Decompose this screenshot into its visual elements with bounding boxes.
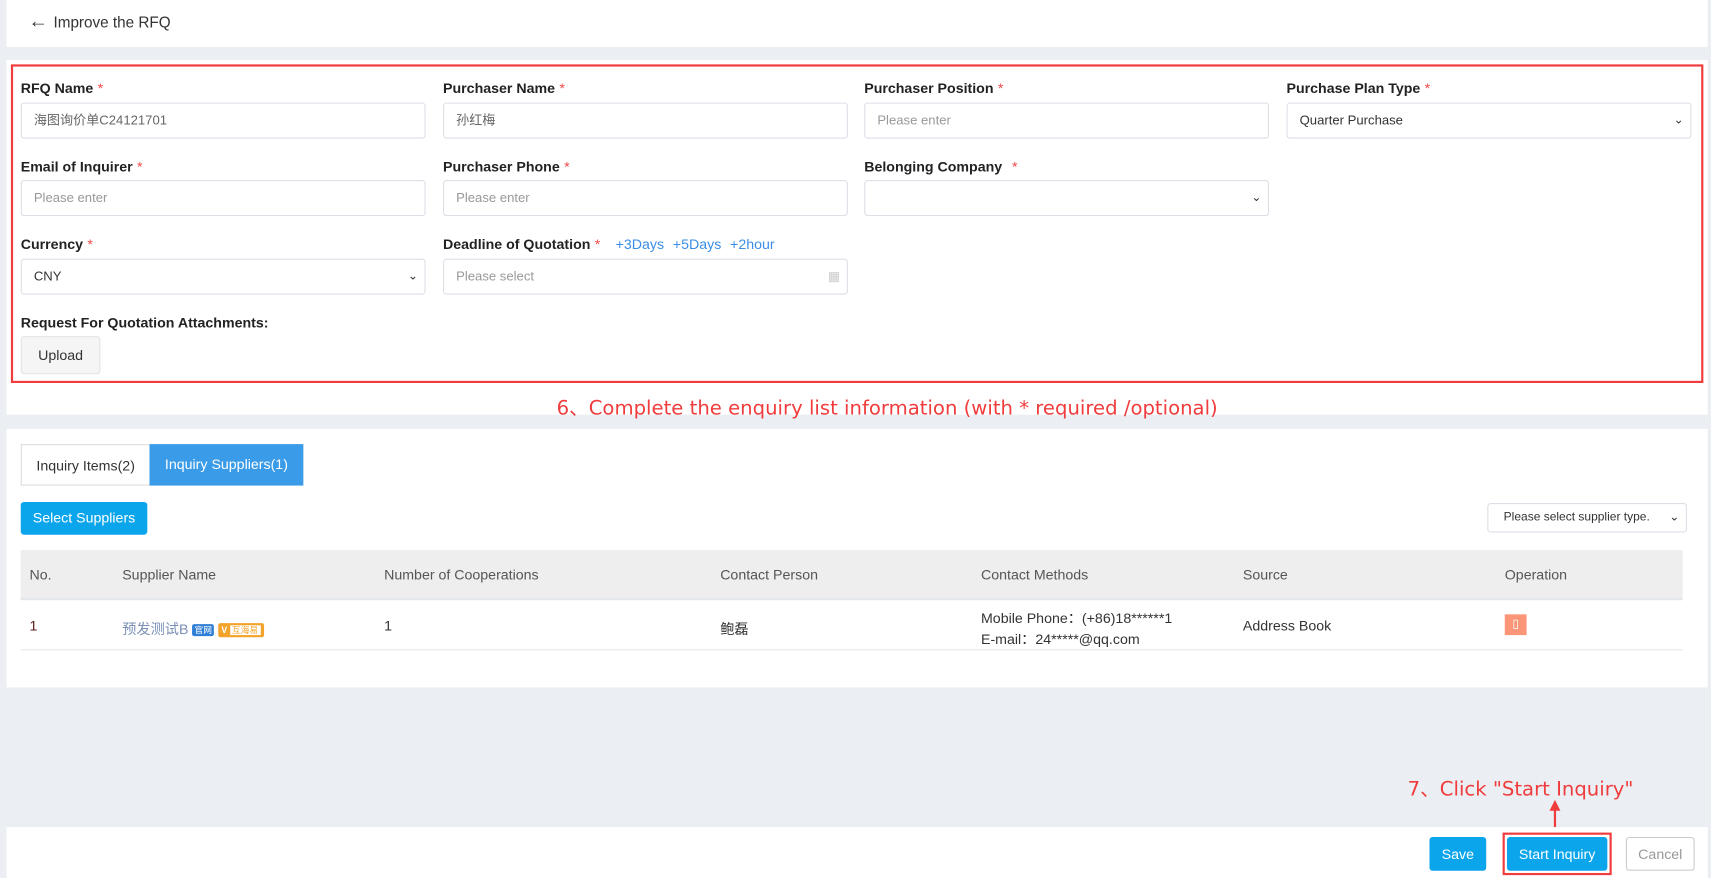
start-inquiry-button[interactable]: Start Inquiry [1506, 836, 1608, 871]
belonging-company-label: Belonging Company * [864, 158, 1018, 175]
purchaser-position-label: Purchaser Position * [864, 79, 1004, 97]
row-source: Address Book [1242, 617, 1332, 634]
chevron-down-icon: ⌄ [1251, 190, 1262, 205]
quick-3days-link[interactable]: +3Days [616, 236, 665, 252]
rfq-name-input[interactable]: 海图询价单C24121701 [20, 102, 426, 139]
col-operation: Operation [1504, 566, 1568, 583]
purchase-plan-type-label: Purchase Plan Type * [1286, 79, 1431, 97]
col-supplier-name: Supplier Name [122, 566, 217, 583]
tab-inquiry-suppliers[interactable]: Inquiry Suppliers(1) [149, 444, 304, 486]
arrow-up-icon [1549, 799, 1561, 811]
purchaser-phone-input[interactable]: Please enter [443, 180, 848, 217]
deadline-date-input[interactable]: Please select ▦ [443, 258, 848, 295]
col-no: No. [29, 566, 52, 583]
tab-inquiry-items[interactable]: Inquiry Items(2) [20, 444, 150, 486]
chevron-down-icon: ⌄ [1669, 510, 1680, 524]
verified-badge: V 互海易 [218, 623, 264, 638]
upload-button[interactable]: Upload [20, 336, 101, 375]
email-input[interactable]: Please enter [20, 180, 426, 217]
currency-label: Currency * [20, 235, 93, 253]
annotation-step6: 6、Complete the enquiry list information … [556, 397, 1218, 421]
quick-2hour-link[interactable]: +2hour [730, 236, 775, 252]
deadline-placeholder: Please select [456, 268, 535, 284]
col-cooperations: Number of Cooperations [384, 566, 539, 583]
purchase-plan-type-select[interactable]: Quarter Purchase ⌄ [1286, 102, 1692, 139]
purchaser-phone-label: Purchaser Phone * [443, 158, 570, 175]
belonging-company-select[interactable]: ⌄ [864, 180, 1270, 217]
annotation-arrow [1553, 808, 1557, 828]
col-contact-methods: Contact Methods [980, 566, 1089, 583]
save-button[interactable]: Save [1429, 836, 1487, 871]
col-contact-person: Contact Person [720, 566, 818, 583]
select-suppliers-button[interactable]: Select Suppliers [20, 501, 148, 535]
page-title: Improve the RFQ [53, 13, 171, 31]
purchase-plan-type-value: Quarter Purchase [1299, 112, 1403, 128]
attachments-label: Request For Quotation Attachments: [20, 314, 269, 331]
supplier-name-link[interactable]: 预发测试B 官网 V 互海易 [122, 618, 264, 639]
row-phone: Mobile Phone：(+86)18******1 [980, 609, 1173, 627]
rfq-name-label: RFQ Name * [20, 79, 104, 97]
deadline-label: Deadline of Quotation * +3Days +5Days +2hour [443, 235, 775, 253]
row-cooperations: 1 [384, 617, 392, 634]
delete-icon[interactable]: ▯ [1504, 614, 1527, 636]
official-badge: 官网 [192, 624, 215, 637]
chevron-down-icon: ⌄ [1673, 113, 1684, 127]
annotation-step7: 7、Click "Start Inquiry" [1407, 778, 1634, 801]
purchaser-position-input[interactable]: Please enter [864, 102, 1270, 139]
purchaser-name-input[interactable]: 孙红梅 [443, 102, 848, 139]
col-source: Source [1242, 566, 1288, 583]
table-row [20, 599, 1683, 651]
row-contact-person: 鲍磊 [720, 620, 749, 638]
chevron-down-icon: ⌄ [407, 269, 418, 283]
supplier-name[interactable]: 预发测试B [122, 621, 188, 637]
supplier-type-placeholder: Please select supplier type. [1503, 510, 1650, 524]
calendar-icon: ▦ [827, 268, 841, 284]
cancel-button[interactable]: Cancel [1625, 836, 1695, 871]
currency-select[interactable]: CNY ⌄ [20, 258, 426, 295]
header-bar: ← Improve the RFQ [6, 0, 1708, 47]
currency-value: CNY [33, 268, 62, 284]
table-header [20, 549, 1683, 601]
arrow-left-icon[interactable]: ← [28, 10, 48, 33]
row-email: E-mail：24*****@qq.com [980, 630, 1140, 648]
email-label: Email of Inquirer * [20, 158, 143, 175]
purchaser-name-label: Purchaser Name * [443, 79, 565, 97]
supplier-type-select[interactable]: Please select supplier type. ⌄ [1487, 503, 1687, 533]
quick-5days-link[interactable]: +5Days [673, 236, 722, 252]
row-no: 1 [29, 617, 38, 634]
